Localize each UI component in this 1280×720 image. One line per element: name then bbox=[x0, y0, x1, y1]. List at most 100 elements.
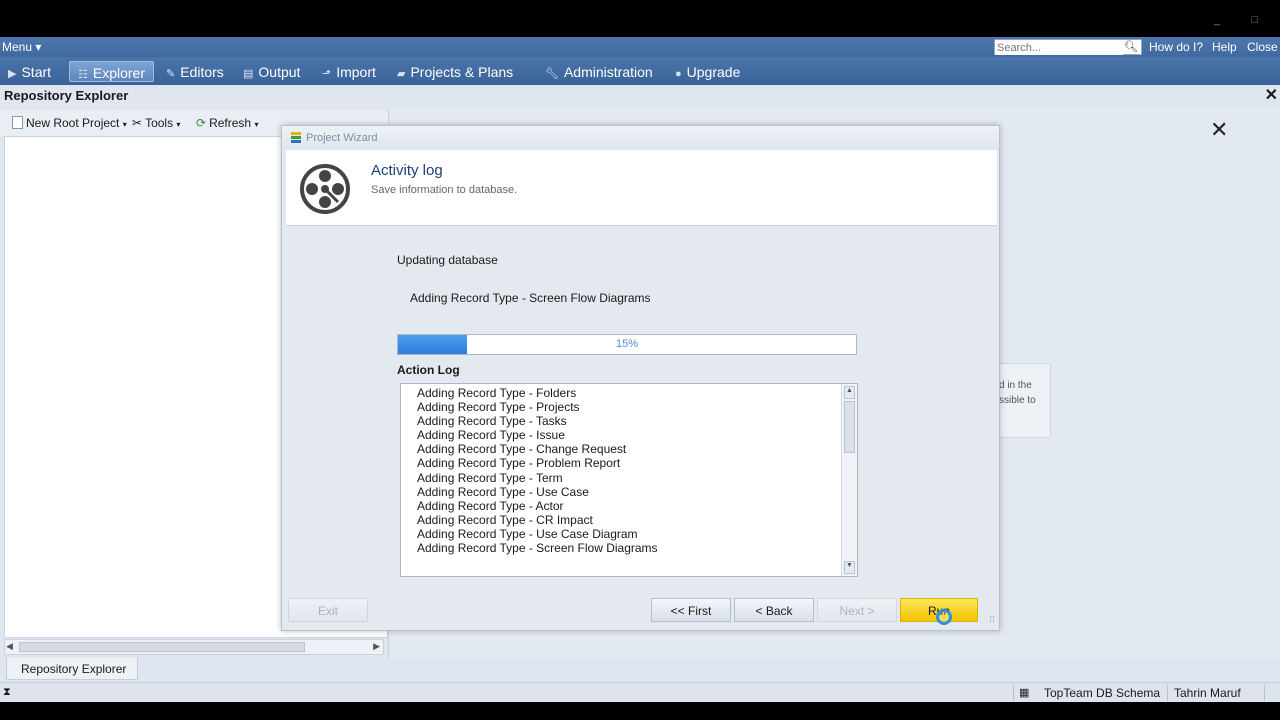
repository-explorer-header: Repository Explorer ✕ bbox=[0, 85, 1280, 107]
next-button[interactable]: Next > bbox=[817, 598, 897, 622]
scroll-down-icon[interactable]: ▼ bbox=[844, 561, 855, 574]
tab-editors[interactable]: ✎ Editors bbox=[158, 61, 232, 82]
progress-bar: 15% bbox=[397, 334, 857, 355]
chevron-down-icon: ▾ bbox=[254, 120, 259, 129]
horizontal-scrollbar[interactable]: ◀ ▶ bbox=[4, 639, 384, 655]
log-line: Adding Record Type - Problem Report bbox=[417, 456, 621, 471]
current-action-label: Adding Record Type - Screen Flow Diagram… bbox=[410, 291, 651, 305]
new-document-icon bbox=[12, 116, 23, 129]
tree-icon: ☷ bbox=[78, 69, 88, 81]
first-button[interactable]: << First bbox=[651, 598, 731, 622]
status-separator bbox=[1013, 685, 1014, 701]
log-line: Adding Record Type - Change Request bbox=[417, 442, 627, 457]
chevron-down-icon: ▾ bbox=[176, 120, 181, 129]
title-bar: _ □ bbox=[0, 0, 1280, 37]
wizard-title: Project Wizard bbox=[306, 132, 378, 144]
new-root-project-button[interactable]: New Root Project ▾ bbox=[12, 116, 127, 130]
menu-button[interactable]: Menu ▾ bbox=[2, 40, 41, 54]
tools-label: Tools bbox=[145, 116, 174, 130]
background-card-text: ssible to bbox=[999, 395, 1036, 406]
log-line: Adding Record Type - Folders bbox=[417, 386, 577, 400]
tab-explorer[interactable]: ☷ Explorer bbox=[69, 61, 155, 82]
chevron-down-icon: ▾ bbox=[122, 120, 127, 129]
tab-projects-plans[interactable]: ▰ Projects & Plans bbox=[389, 61, 521, 82]
screen-bottom-edge bbox=[0, 702, 1280, 720]
how-do-i-link[interactable]: How do I? bbox=[1149, 40, 1203, 54]
action-log-label: Action Log bbox=[397, 363, 460, 377]
tab-label: Projects & Plans bbox=[410, 64, 514, 80]
background-card-text: d in the bbox=[999, 380, 1032, 391]
tools-button[interactable]: ✂ Tools ▾ bbox=[132, 116, 180, 130]
search-icon[interactable]: 🔍︎ bbox=[1124, 40, 1138, 53]
close-icon[interactable]: ✕ bbox=[1265, 85, 1278, 105]
tab-start[interactable]: ▶ Start bbox=[0, 61, 59, 82]
log-line: Adding Record Type - Issue bbox=[417, 428, 565, 443]
vertical-scrollbar[interactable]: ▲ ▼ bbox=[841, 384, 857, 576]
new-root-project-label: New Root Project bbox=[26, 116, 120, 130]
log-lines: Adding Record Type - Folders Adding Recor… bbox=[417, 386, 658, 555]
close-icon[interactable]: ✕ bbox=[1210, 117, 1228, 143]
output-icon: ▤ bbox=[243, 68, 254, 80]
tab-upgrade[interactable]: ● Upgrade bbox=[667, 61, 748, 82]
arrow-right-icon: ▶ bbox=[8, 68, 17, 80]
log-line: Adding Record Type - Screen Flow Diagram… bbox=[417, 541, 658, 556]
wizard-app-icon bbox=[291, 132, 301, 143]
database-icon: ▦ bbox=[1019, 687, 1030, 699]
tab-label: Start bbox=[21, 64, 52, 80]
status-separator bbox=[1167, 685, 1168, 701]
project-wizard-dialog: Project Wizard Activity log Save informa… bbox=[281, 125, 1000, 631]
refresh-button[interactable]: ⟳ Refresh ▾ bbox=[196, 116, 258, 130]
scroll-thumb[interactable] bbox=[844, 401, 855, 453]
wrench-icon: 🔧︎ bbox=[545, 68, 559, 80]
mouse-cursor-highlight bbox=[936, 609, 952, 625]
app-window: _ □ Menu ▾ 🔍︎ How do I? Help Close ▶ Star… bbox=[0, 0, 1280, 720]
panel-title: Repository Explorer bbox=[4, 88, 129, 103]
globe-icon: ● bbox=[675, 68, 682, 80]
help-link[interactable]: Help bbox=[1212, 40, 1237, 54]
wizard-header: Activity log Save information to databas… bbox=[286, 150, 997, 226]
tab-label: Administration bbox=[563, 64, 653, 80]
wizard-body: Updating database Adding Record Type - S… bbox=[286, 227, 997, 590]
tab-repository-explorer[interactable]: Repository Explorer bbox=[6, 658, 138, 680]
wizard-footer: Exit << First < Back Next > Run ⁝⁝ bbox=[282, 590, 999, 630]
exit-button[interactable]: Exit bbox=[288, 598, 368, 622]
search-input[interactable] bbox=[995, 41, 1123, 55]
wizard-subheading: Save information to database. bbox=[371, 184, 518, 196]
scroll-thumb[interactable] bbox=[19, 642, 305, 652]
progress-text: 15% bbox=[615, 338, 639, 350]
tab-label: Upgrade bbox=[686, 64, 741, 80]
hourglass-icon: ⧗ bbox=[3, 686, 11, 698]
log-line: Adding Record Type - Projects bbox=[417, 400, 580, 415]
search-box[interactable]: 🔍︎ bbox=[994, 39, 1142, 55]
log-line: Adding Record Type - Use Case bbox=[417, 484, 589, 499]
tab-import[interactable]: ⬏ Import bbox=[314, 61, 384, 82]
window-controls[interactable]: _ □ bbox=[1214, 14, 1272, 26]
tab-label: Explorer bbox=[92, 65, 146, 81]
folder-icon: ▰ bbox=[397, 68, 406, 80]
close-link[interactable]: Close bbox=[1247, 40, 1278, 54]
import-icon: ⬏ bbox=[322, 68, 332, 80]
scroll-up-icon[interactable]: ▲ bbox=[844, 386, 855, 399]
scroll-left-icon[interactable]: ◀ bbox=[6, 641, 13, 652]
wizard-title-bar[interactable]: Project Wizard bbox=[282, 126, 999, 150]
log-line: Adding Record Type - Actor bbox=[417, 498, 564, 513]
back-button[interactable]: < Back bbox=[734, 598, 814, 622]
resize-grip-icon[interactable]: ⁝⁝ bbox=[989, 614, 995, 625]
film-reel-icon bbox=[300, 164, 350, 214]
tab-label: Output bbox=[258, 64, 301, 80]
refresh-label: Refresh bbox=[209, 116, 252, 130]
scroll-right-icon[interactable]: ▶ bbox=[373, 641, 380, 652]
status-separator bbox=[1264, 685, 1265, 701]
bottom-tab-strip: Repository Explorer bbox=[0, 658, 1280, 682]
nav-ribbon: ▶ Start ☷ Explorer ✎ Editors ▤ Output ⬏ Impor… bbox=[0, 57, 1280, 85]
log-line: Adding Record Type - Tasks bbox=[417, 414, 567, 429]
status-bar: ⧗ ▦ TopTeam DB Schema Tahrin Maruf bbox=[0, 682, 1280, 702]
log-line: Adding Record Type - Term bbox=[417, 470, 563, 485]
tab-output[interactable]: ▤ Output bbox=[235, 61, 308, 82]
background-card: d in the ssible to bbox=[998, 363, 1051, 438]
action-log-list[interactable]: Adding Record Type - Folders Adding Recor… bbox=[400, 383, 858, 577]
tab-administration[interactable]: 🔧︎ Administration bbox=[537, 61, 661, 82]
tab-label: Import bbox=[336, 64, 376, 80]
refresh-icon: ⟳ bbox=[196, 116, 207, 130]
status-schema: TopTeam DB Schema bbox=[1044, 686, 1161, 700]
